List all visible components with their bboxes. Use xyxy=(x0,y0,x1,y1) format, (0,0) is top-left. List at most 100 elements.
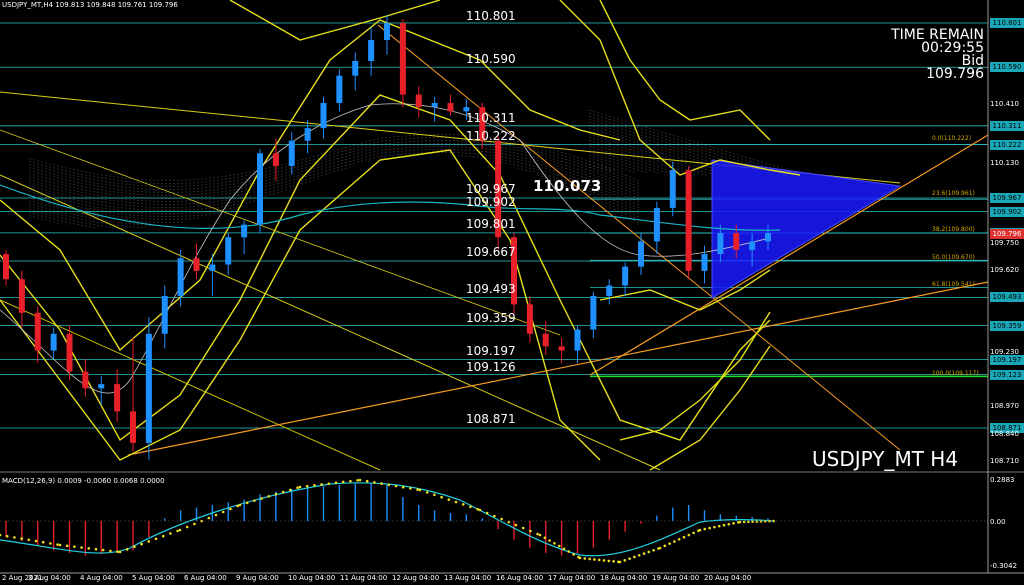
macd-signal-dot xyxy=(692,531,695,535)
time-tick: 12 Aug 04:00 xyxy=(392,574,440,582)
macd-signal-dot xyxy=(557,544,561,548)
macd-signal-dot xyxy=(207,516,211,520)
fib-label: 61.8(109.541) xyxy=(932,281,975,288)
candle-body xyxy=(638,241,644,267)
macd-signal-dot xyxy=(49,542,52,545)
time-tick: 16 Aug 04:00 xyxy=(496,574,544,582)
macd-signal-dot xyxy=(154,537,158,541)
macd-signal-dot xyxy=(416,488,419,491)
candle[interactable] xyxy=(304,119,311,154)
macd-signal-dot xyxy=(722,523,726,527)
candle[interactable] xyxy=(622,262,629,297)
macd-signal-dot xyxy=(469,505,472,509)
bollinger-band xyxy=(229,0,441,41)
candle[interactable] xyxy=(384,14,390,55)
macd-signal-dot xyxy=(147,540,151,543)
macd-signal-dot xyxy=(755,520,759,523)
candle-body xyxy=(685,170,692,271)
macd-signal-dot xyxy=(698,528,702,532)
candle[interactable] xyxy=(368,27,375,76)
level-label: 110.222 xyxy=(466,129,516,143)
candle[interactable] xyxy=(352,52,359,91)
candle-body xyxy=(558,346,565,351)
candle[interactable] xyxy=(320,96,327,139)
candle[interactable] xyxy=(225,233,232,276)
macd-signal-dot xyxy=(476,507,479,511)
candle[interactable] xyxy=(415,86,422,118)
macd-signal-dot xyxy=(440,495,443,499)
macd-signal-dot xyxy=(178,528,182,532)
macd-signal-dot xyxy=(185,525,189,529)
candle-body xyxy=(82,371,89,389)
candle[interactable] xyxy=(3,249,9,286)
macd-signal-dot xyxy=(34,539,38,543)
fib-label: 50.0(109.670) xyxy=(932,254,975,261)
candle-body xyxy=(717,233,724,255)
macd-signal-dot xyxy=(341,480,345,484)
macd-signal-dot xyxy=(193,522,196,526)
candle[interactable] xyxy=(606,279,613,305)
candle[interactable] xyxy=(542,321,549,355)
macd-signal-dot xyxy=(133,545,136,549)
price-tick: 110.311 xyxy=(990,120,1024,131)
price-tick: 110.590 xyxy=(990,62,1024,73)
candle[interactable] xyxy=(431,96,438,122)
macd-panel xyxy=(0,471,1024,564)
macd-signal-dot xyxy=(663,544,667,548)
candle-body xyxy=(749,241,756,250)
candle-body xyxy=(225,237,232,265)
candle-body xyxy=(590,296,597,330)
candlesticks[interactable] xyxy=(3,14,771,460)
candle[interactable] xyxy=(82,358,89,397)
candle-body xyxy=(304,128,311,141)
candle[interactable] xyxy=(114,369,121,422)
time-tick: 20 Aug 04:00 xyxy=(704,574,752,582)
level-label: 110.311 xyxy=(466,111,516,125)
candle[interactable] xyxy=(161,285,168,349)
time-tick: 4 Aug 04:00 xyxy=(80,574,123,582)
candle[interactable] xyxy=(34,306,41,364)
candle[interactable] xyxy=(399,19,406,108)
candle[interactable] xyxy=(653,201,660,255)
macd-label: MACD(12,26,9) 0.0009 -0.0060 0.0068 0.00… xyxy=(2,477,165,485)
triangle-pattern xyxy=(711,159,902,299)
candle[interactable] xyxy=(257,149,263,234)
macd-signal-dot xyxy=(538,533,542,537)
candle[interactable] xyxy=(241,220,248,255)
candle[interactable] xyxy=(685,165,692,280)
candle-body xyxy=(733,233,740,250)
candle[interactable] xyxy=(447,94,454,116)
candle[interactable] xyxy=(130,337,136,452)
macd-signal-dot xyxy=(358,478,362,482)
macd-signal-dot xyxy=(0,533,2,537)
candle[interactable] xyxy=(590,291,597,338)
price-tick: 108.710 xyxy=(990,456,1019,465)
candle-body xyxy=(161,296,168,334)
candle[interactable] xyxy=(18,270,25,328)
fib-label: 100.0(109.117) xyxy=(932,370,979,377)
macd-signal-dot xyxy=(493,514,496,518)
candle-body xyxy=(288,140,295,166)
macd-signal-dot xyxy=(260,497,263,500)
macd-signal-dot xyxy=(572,553,575,556)
macd-signal-dot xyxy=(578,556,582,560)
price-tick: 109.967 xyxy=(990,193,1024,203)
candle[interactable] xyxy=(193,243,200,280)
candle[interactable] xyxy=(336,69,343,112)
macd-signal-dot xyxy=(618,560,622,564)
candle-body xyxy=(66,333,73,372)
macd-signal-dot xyxy=(461,503,465,506)
macd-axis-mid: 0.00 xyxy=(990,518,1006,526)
candle[interactable] xyxy=(638,233,644,276)
candle[interactable] xyxy=(145,316,152,460)
macd-signal-dot xyxy=(612,560,615,563)
candle-body xyxy=(145,333,152,443)
candle[interactable] xyxy=(272,138,279,181)
candle[interactable] xyxy=(701,245,708,284)
time-tick: 10 Aug 04:00 xyxy=(288,574,336,582)
candle-body xyxy=(241,224,248,238)
candle-body xyxy=(399,23,406,95)
macd-signal-dot xyxy=(454,500,458,504)
candle[interactable] xyxy=(574,325,581,364)
candle[interactable] xyxy=(50,327,57,359)
